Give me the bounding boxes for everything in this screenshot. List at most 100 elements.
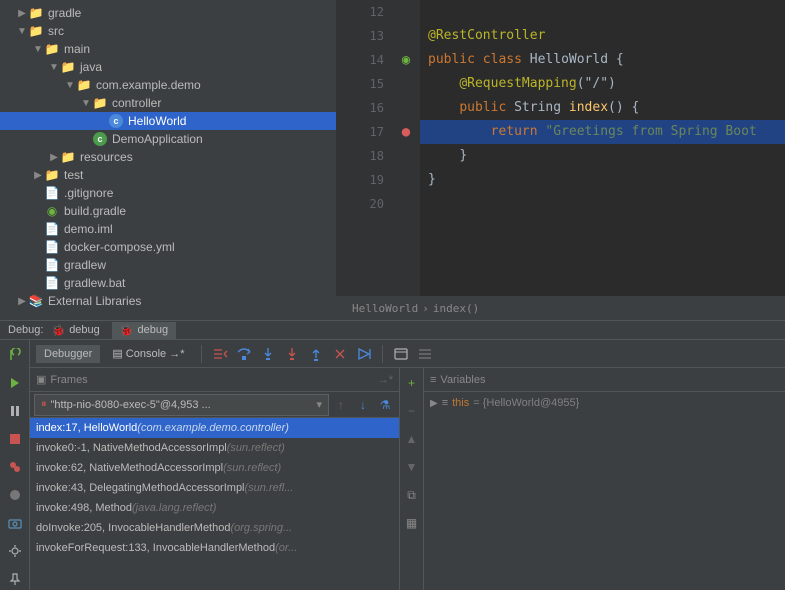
folder-icon: 📁 <box>28 23 44 39</box>
file-icon: 📄 <box>44 257 60 273</box>
tree-item-gradlew[interactable]: 📄gradlew <box>0 256 336 274</box>
step-over-button[interactable] <box>234 344 254 364</box>
debugger-tab[interactable]: Debugger <box>36 345 100 363</box>
frame-item[interactable]: doInvoke:205, InvocableHandlerMethod (or… <box>30 518 399 538</box>
tree-item-helloworld[interactable]: cHelloWorld <box>0 112 336 130</box>
frames-icon: ▣ <box>36 373 46 386</box>
frame-location: invoke0:-1, NativeMethodAccessorImpl <box>36 442 227 454</box>
step-out-button[interactable] <box>306 344 326 364</box>
down-button[interactable]: ▼ <box>401 456 423 478</box>
stop-button[interactable] <box>4 428 26 450</box>
run-to-cursor-button[interactable] <box>354 344 374 364</box>
tree-item-src[interactable]: ▼📁src <box>0 22 336 40</box>
tree-label: gradle <box>48 6 81 20</box>
resume-button[interactable] <box>4 372 26 394</box>
tree-label: test <box>64 168 83 182</box>
line-number: 17 <box>336 120 384 144</box>
tree-item-test[interactable]: ▶📁test <box>0 166 336 184</box>
thread-selector: ⏸ "http-nio-8080-exec-5"@4,953 ... ▾ ↑ ↓… <box>30 392 399 418</box>
evaluate-expression-button[interactable] <box>391 344 411 364</box>
settings-icon[interactable] <box>4 540 26 562</box>
code-editor[interactable]: 12 13 14 15 16 17 18 19 20 ◉ ● <box>336 0 785 320</box>
frame-package: (sun.reflect) <box>227 442 285 454</box>
add-watch-button[interactable]: + <box>401 372 423 394</box>
tree-item-package[interactable]: ▼📁com.example.demo <box>0 76 336 94</box>
tree-label: .gitignore <box>64 186 113 200</box>
variable-item[interactable]: ▶ ≡ this = {HelloWorld@4955} <box>424 392 785 414</box>
frames-header: ▣ Frames →* <box>30 368 399 392</box>
variables-toolbar: + − ▲ ▼ ⧉ ▦ <box>400 368 424 590</box>
pin-icon[interactable] <box>4 568 26 590</box>
chevron-down-icon: ▼ <box>80 98 92 109</box>
tree-item-docker[interactable]: 📄docker-compose.yml <box>0 238 336 256</box>
tree-item-gradle[interactable]: ▶📁gradle <box>0 4 336 22</box>
tree-item-resources[interactable]: ▶📁resources <box>0 148 336 166</box>
restore-layout-icon[interactable]: →* <box>378 374 393 386</box>
pause-button[interactable] <box>4 400 26 422</box>
breakpoint-icon[interactable]: ● <box>402 124 410 140</box>
frame-item[interactable]: invoke:498, Method (java.lang.reflect) <box>30 498 399 518</box>
class-icon: c <box>108 113 124 129</box>
frame-item[interactable]: invokeForRequest:133, InvocableHandlerMe… <box>30 538 399 558</box>
gutter-icons: ◉ ● <box>392 0 420 296</box>
tree-item-demoapp[interactable]: cDemoApplication <box>0 130 336 148</box>
camera-icon[interactable] <box>4 512 26 534</box>
tree-item-extlibs[interactable]: ▶📚External Libraries <box>0 292 336 310</box>
file-icon: 📄 <box>44 221 60 237</box>
frame-item[interactable]: invoke:62, NativeMethodAccessorImpl (sun… <box>30 458 399 478</box>
frames-list[interactable]: index:17, HelloWorld (com.example.demo.c… <box>30 418 399 590</box>
frame-item[interactable]: invoke0:-1, NativeMethodAccessorImpl (su… <box>30 438 399 458</box>
remove-watch-button[interactable]: − <box>401 400 423 422</box>
breadcrumb-sep: › <box>422 302 429 315</box>
frame-package: (com.example.demo.controller) <box>137 422 289 434</box>
code-token: "Greetings from Spring Boot <box>545 124 756 139</box>
show-watches-button[interactable]: ▦ <box>401 512 423 534</box>
next-frame-button[interactable]: ↓ <box>353 395 373 415</box>
breadcrumb-class[interactable]: HelloWorld <box>352 302 418 315</box>
file-icon: 📄 <box>44 275 60 291</box>
debug-config-tab[interactable]: 🐞debug <box>43 322 107 339</box>
tree-item-controller[interactable]: ▼📁controller <box>0 94 336 112</box>
code-area[interactable]: @RestController public class HelloWorld … <box>420 0 785 296</box>
tree-item-java[interactable]: ▼📁java <box>0 58 336 76</box>
suspended-icon: ⏸ <box>41 398 47 411</box>
tree-item-gitignore[interactable]: 📄.gitignore <box>0 184 336 202</box>
tree-label: build.gradle <box>64 204 126 218</box>
duplicate-button[interactable]: ⧉ <box>401 484 423 506</box>
rerun-button[interactable] <box>4 344 26 366</box>
tree-item-main[interactable]: ▼📁main <box>0 40 336 58</box>
code-token: } <box>428 172 436 187</box>
up-button[interactable]: ▲ <box>401 428 423 450</box>
code-token: class <box>483 52 522 67</box>
code-token: @RestController <box>428 28 545 43</box>
breadcrumb[interactable]: HelloWorld › index() <box>336 296 785 320</box>
filter-button[interactable]: ⚗ <box>375 395 395 415</box>
variable-name: this <box>452 397 469 409</box>
view-breakpoints-button[interactable] <box>4 456 26 478</box>
frame-item[interactable]: invoke:43, DelegatingMethodAccessorImpl … <box>30 478 399 498</box>
chevron-down-icon: ▾ <box>316 398 322 411</box>
spring-run-icon[interactable]: ◉ <box>402 52 410 68</box>
drop-frame-button[interactable] <box>330 344 350 364</box>
tree-label: com.example.demo <box>96 78 201 92</box>
tree-label: resources <box>80 150 133 164</box>
force-step-into-button[interactable] <box>282 344 302 364</box>
trace-button[interactable] <box>415 344 435 364</box>
tree-item-demoiml[interactable]: 📄demo.iml <box>0 220 336 238</box>
breadcrumb-method[interactable]: index() <box>433 302 479 315</box>
class-icon: c <box>92 131 108 147</box>
chevron-right-icon: ▶ <box>32 170 44 181</box>
frame-item[interactable]: index:17, HelloWorld (com.example.demo.c… <box>30 418 399 438</box>
thread-dropdown[interactable]: ⏸ "http-nio-8080-exec-5"@4,953 ... ▾ <box>34 394 329 416</box>
step-into-button[interactable] <box>258 344 278 364</box>
frame-package: (or... <box>275 542 297 554</box>
prev-frame-button[interactable]: ↑ <box>331 395 351 415</box>
mute-breakpoints-button[interactable] <box>4 484 26 506</box>
bug-icon: 🐞 <box>120 324 134 337</box>
debug-config-tab-active[interactable]: 🐞debug <box>112 322 176 339</box>
tree-item-buildgradle[interactable]: ◉build.gradle <box>0 202 336 220</box>
tree-item-gradlewbat[interactable]: 📄gradlew.bat <box>0 274 336 292</box>
console-tab[interactable]: ▤ Console →* <box>104 344 192 363</box>
project-tree[interactable]: ▶📁gradle ▼📁src ▼📁main ▼📁java ▼📁com.examp… <box>0 0 336 320</box>
show-execution-point-button[interactable] <box>210 344 230 364</box>
